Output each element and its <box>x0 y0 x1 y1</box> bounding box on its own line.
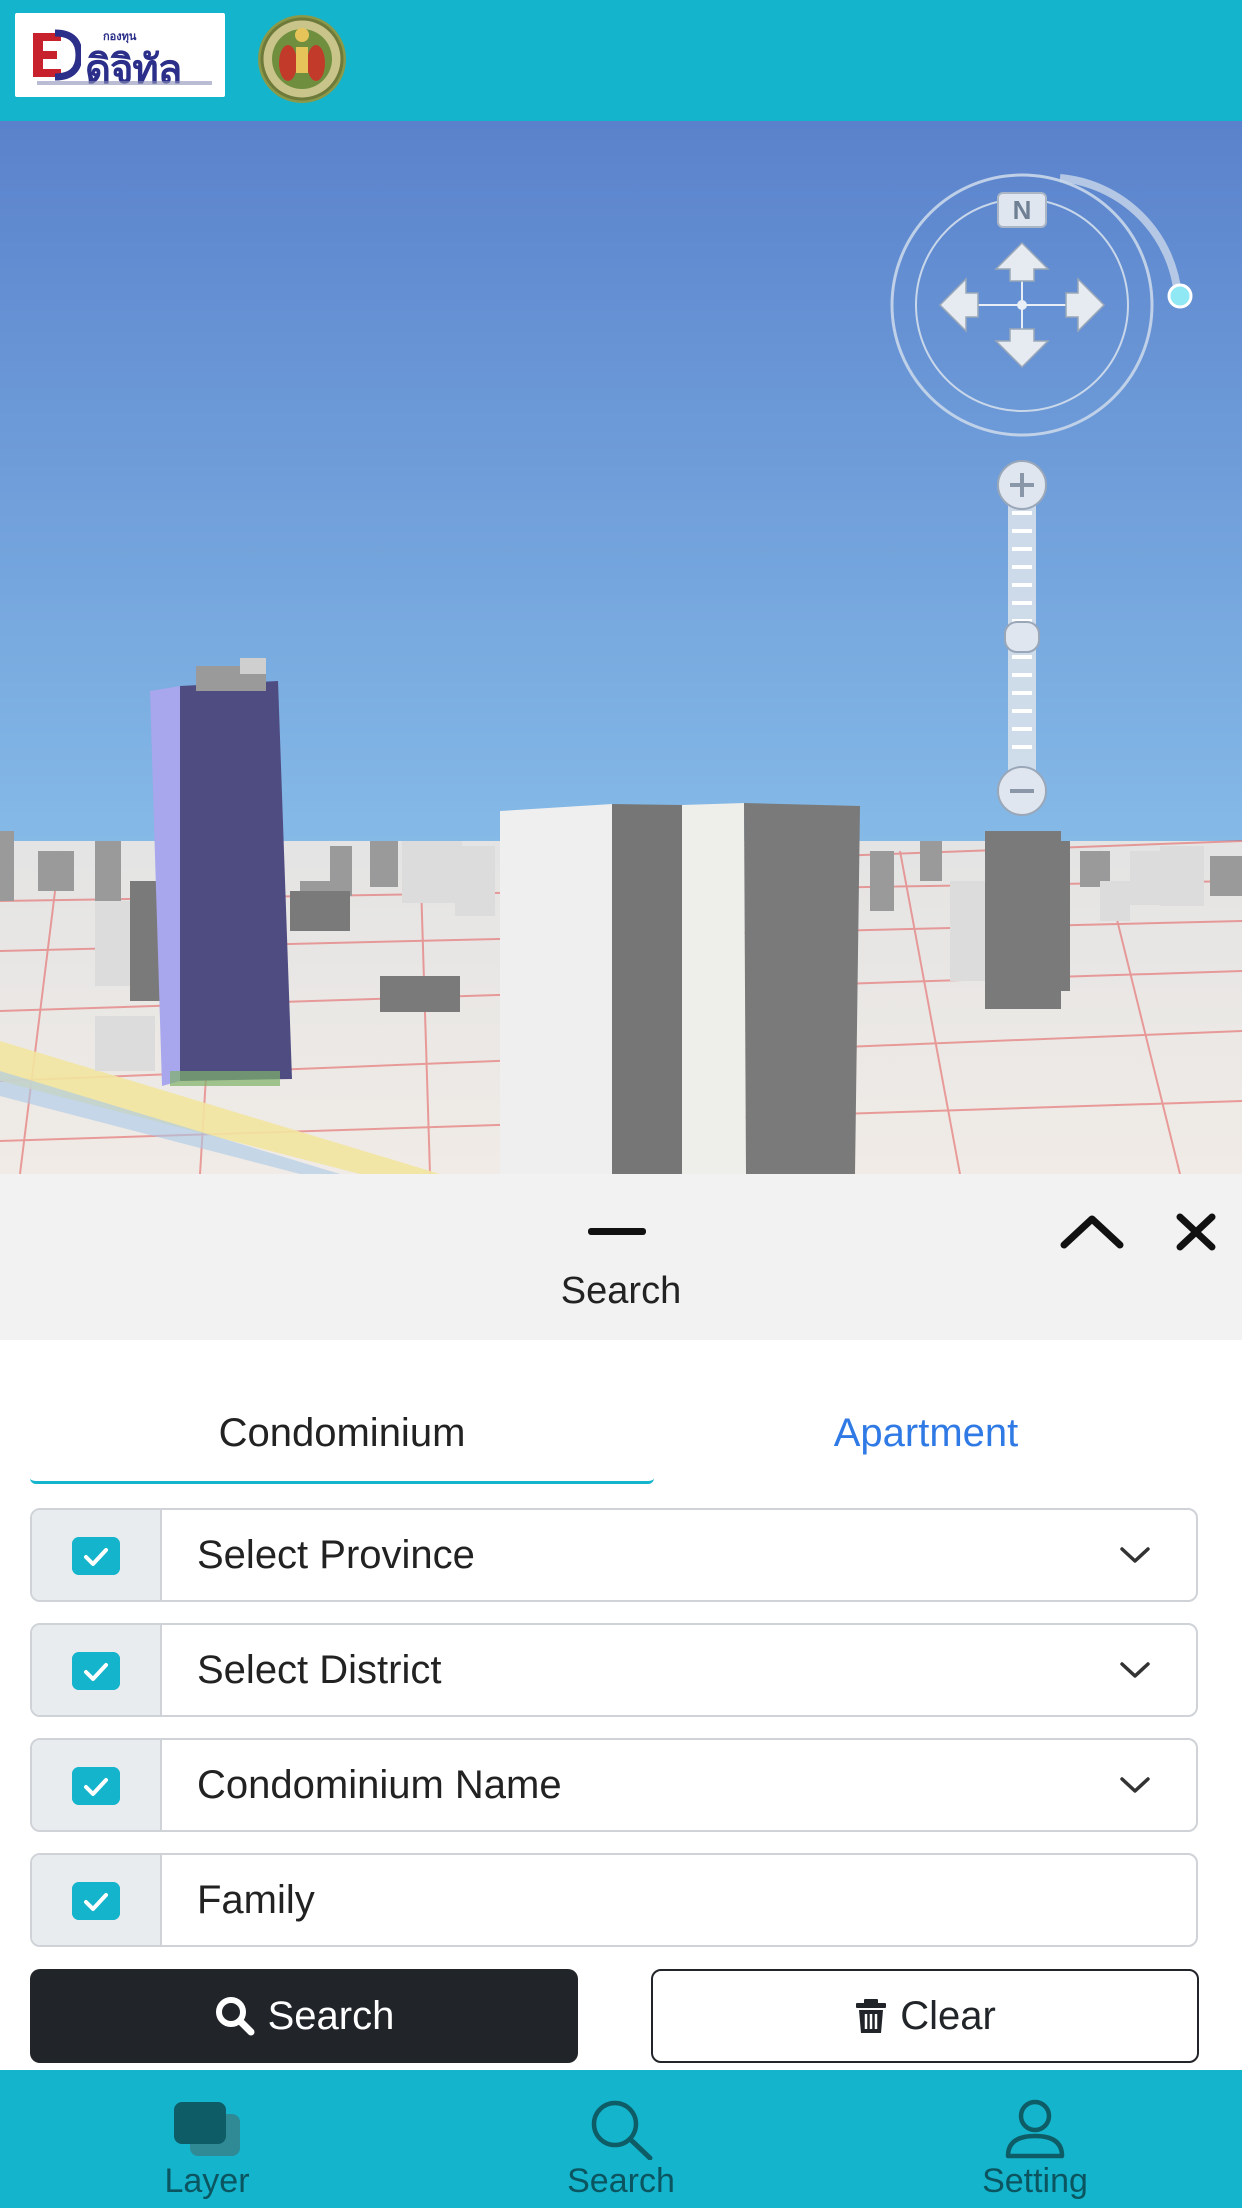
zoom-out-icon[interactable] <box>997 766 1047 816</box>
province-checkbox-cell <box>32 1510 162 1600</box>
close-icon[interactable] <box>1172 1205 1220 1257</box>
user-icon <box>1005 2099 1065 2159</box>
layers-icon <box>174 2102 240 2156</box>
province-select[interactable]: Select Province <box>30 1508 1198 1602</box>
search-button-label: Search <box>267 1993 395 2038</box>
family-field[interactable]: Family <box>30 1853 1198 1947</box>
family-checkbox[interactable] <box>72 1882 120 1920</box>
zoom-in-icon[interactable] <box>997 460 1047 510</box>
trash-icon <box>856 1999 887 2033</box>
province-checkbox[interactable] <box>72 1537 120 1575</box>
search-button[interactable]: Search <box>30 1969 578 2063</box>
condominium-name-checkbox-cell <box>32 1740 162 1830</box>
district-select[interactable]: Select District <box>30 1623 1198 1717</box>
province-select-label: Select Province <box>197 1533 475 1577</box>
district-select-label: Select District <box>197 1648 442 1692</box>
district-checkbox-cell <box>32 1625 162 1715</box>
nav-label-search: Search <box>567 2162 675 2200</box>
family-checkbox-cell <box>32 1855 162 1945</box>
nav-label-layer: Layer <box>164 2162 250 2200</box>
search-icon <box>215 1997 255 2036</box>
search-icon <box>591 2100 653 2160</box>
tab-condominium[interactable]: Condominium <box>30 1405 654 1485</box>
chevron-up-icon[interactable] <box>1056 1205 1128 1257</box>
clear-button-label: Clear <box>900 1993 996 2038</box>
clear-button[interactable]: Clear <box>651 1969 1199 2063</box>
chevron-down-icon <box>1120 1777 1150 1793</box>
condominium-name-checkbox[interactable] <box>72 1767 120 1805</box>
logo-caption-line <box>37 81 212 85</box>
zoom-slider-thumb[interactable] <box>1004 621 1040 653</box>
map-3d-view[interactable]: N <box>0 121 1242 1174</box>
district-checkbox[interactable] <box>72 1652 120 1690</box>
app-header: กองทุน ดิจิทัล <box>0 0 1242 121</box>
family-field-label: Family <box>197 1878 315 1922</box>
panel-drag-handle[interactable] <box>588 1228 646 1235</box>
panel-title: Search <box>560 1270 682 1312</box>
app-logo[interactable]: กองทุน ดิจิทัล <box>15 13 225 97</box>
logo-text: ดิจิทัล <box>85 48 182 92</box>
nav-label-setting: Setting <box>982 2162 1088 2200</box>
compass-north-label: N <box>1013 195 1032 225</box>
nav-item-setting[interactable]: Setting <box>828 2070 1242 2208</box>
chevron-down-icon <box>1120 1662 1150 1678</box>
digital-fund-logo-icon <box>33 29 81 81</box>
bottom-navigation: Layer Search Setting <box>0 2070 1242 2208</box>
tab-active-indicator <box>30 1478 654 1484</box>
condominium-name-select[interactable]: Condominium Name <box>30 1738 1198 1832</box>
nav-item-layer[interactable]: Layer <box>0 2070 414 2208</box>
condominium-name-select-label: Condominium Name <box>197 1763 562 1807</box>
zoom-slider[interactable] <box>1004 491 1040 781</box>
nav-item-search[interactable]: Search <box>414 2070 828 2208</box>
chevron-down-icon <box>1120 1547 1150 1563</box>
search-panel-header <box>0 1174 1242 1340</box>
tab-apartment[interactable]: Apartment <box>654 1405 1198 1485</box>
bangkok-seal-emblem-icon <box>258 15 346 103</box>
